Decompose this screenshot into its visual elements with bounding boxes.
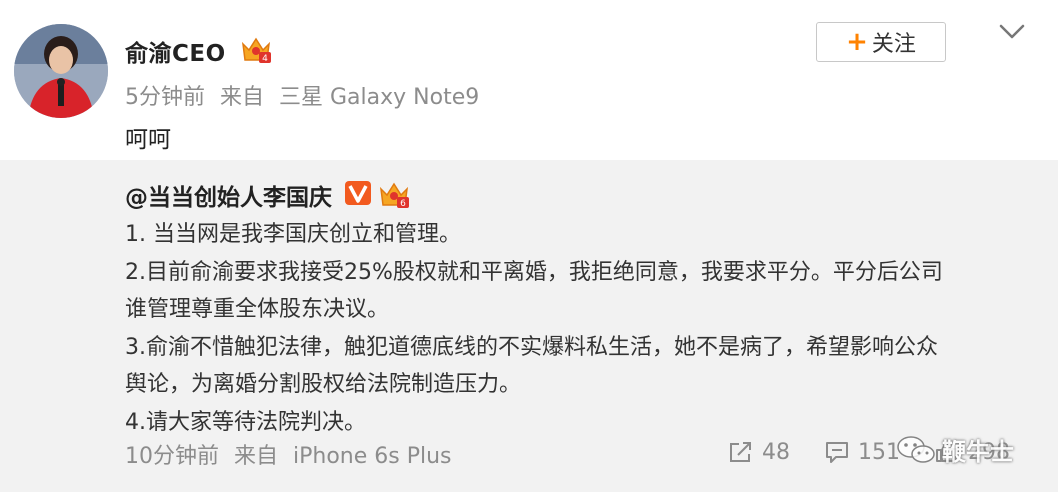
original-author[interactable]: @当当创始人李国庆	[125, 178, 332, 212]
post-content: 呵呵	[125, 127, 171, 153]
plus-icon: +	[846, 27, 868, 57]
post-time: 5分钟前	[125, 85, 205, 110]
share-count: 48	[762, 439, 790, 465]
avatar[interactable]	[14, 24, 108, 118]
repost-line: 3.俞渝不惜触犯法律，触犯道德底线的不实爆料私生活，她不是病了，希望影响公众	[125, 334, 938, 360]
vip-crown-icon: 4	[241, 37, 271, 64]
repost-line: 1. 当当网是我李国庆创立和管理。	[125, 222, 461, 247]
comment-button[interactable]: 151	[824, 440, 900, 465]
comment-icon	[826, 442, 848, 463]
watermark-label: 鞭牛士	[942, 438, 1014, 466]
follow-button[interactable]: + 关注	[816, 22, 946, 62]
svg-text:6: 6	[400, 199, 406, 209]
repost-body: 1. 当当网是我李国庆创立和管理。 2.目前俞渝要求我接受25%股权就和平离婚，…	[125, 216, 1025, 441]
repost-time: 10分钟前	[125, 444, 219, 469]
repost-source: iPhone 6s Plus	[293, 444, 452, 469]
reposted-weibo: @当当创始人李国庆 6 1. 当当网是我李国庆创立和管理。 2.目前俞渝要求我接…	[0, 160, 1058, 492]
repost-line: 2.目前俞渝要求我接受25%股权就和平离婚，我拒绝同意，我要求平分。平分后公司	[125, 259, 943, 285]
repost-meta: 10分钟前 来自 iPhone 6s Plus	[125, 438, 452, 470]
repost-line: 谁管理尊重全体股东决议。	[125, 297, 390, 322]
user-avatar-photo	[14, 24, 108, 118]
share-icon	[730, 442, 751, 462]
post-meta: 5分钟前 来自 三星 Galaxy Note9	[125, 79, 479, 111]
verified-v-icon	[345, 181, 371, 205]
vip-crown-icon: 6	[379, 182, 409, 209]
svg-text:4: 4	[262, 54, 268, 64]
weibo-post: 俞渝CEO 4 5分钟前 来自 三星 Galaxy Note9 呵呵 + 关注	[0, 0, 1058, 160]
chevron-down-icon[interactable]	[998, 22, 1026, 42]
follow-label: 关注	[871, 32, 916, 57]
source-prefix: 来自	[220, 85, 265, 110]
post-source: 三星 Galaxy Note9	[279, 85, 480, 110]
comment-count: 151	[858, 439, 900, 465]
repost-line: 舆论，为离婚分割股权给法院制造压力。	[125, 372, 522, 397]
username[interactable]: 俞渝CEO	[125, 34, 226, 68]
watermark: 鞭牛士	[896, 432, 1014, 467]
share-button[interactable]: 48	[728, 440, 790, 465]
source-prefix: 来自	[234, 444, 279, 469]
wechat-icon	[897, 435, 935, 463]
